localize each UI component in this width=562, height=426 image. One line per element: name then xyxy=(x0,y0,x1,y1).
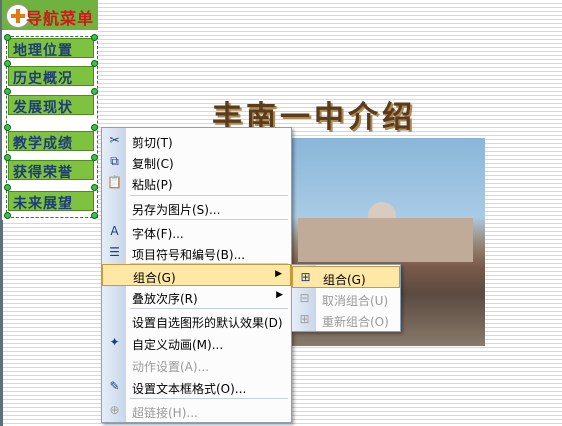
selection-frame xyxy=(6,36,98,218)
building-shape xyxy=(298,218,473,262)
menu-item-cut[interactable]: ✂ 剪切(T) xyxy=(102,130,291,152)
group-icon: ⊞ xyxy=(300,270,311,284)
menu-item-label: 设置文本框格式(O)... xyxy=(132,382,247,396)
regroup-icon: ⊞ xyxy=(299,312,310,326)
menu-item-label: 剪切(T) xyxy=(132,136,173,150)
menu-item-label: 组合(G) xyxy=(133,271,176,285)
menu-item-label: 字体(F)... xyxy=(132,227,184,241)
resize-handle[interactable] xyxy=(91,154,98,161)
resize-handle[interactable] xyxy=(91,184,98,191)
menu-item-label: 重新组合(O) xyxy=(322,315,389,329)
menu-item-label: 项目符号和编号(B)... xyxy=(132,248,246,262)
resize-handle[interactable] xyxy=(4,124,11,131)
menu-item-label: 超链接(H)... xyxy=(132,406,198,420)
menu-separator xyxy=(130,308,288,309)
resize-handle[interactable] xyxy=(91,88,98,95)
submenu-item-regroup: ⊞ 重新组合(O) xyxy=(292,309,400,331)
menu-item-label: 另存为图片(S)... xyxy=(132,203,221,217)
submenu-item-ungroup: ⊟ 取消组合(U) xyxy=(292,288,400,310)
nav-title-bar[interactable]: 导航菜单 xyxy=(2,0,98,30)
hyperlink-icon: ⊕ xyxy=(109,403,120,417)
ungroup-icon: ⊟ xyxy=(299,291,310,305)
menu-item-label: 复制(C) xyxy=(132,157,174,171)
menu-item-label: 动作设置(A)... xyxy=(132,360,210,374)
menu-item-label: 组合(G) xyxy=(323,273,366,287)
menu-separator xyxy=(130,398,288,399)
resize-handle[interactable] xyxy=(91,34,98,41)
menu-item-format-textbox[interactable]: ✎ 设置文本框格式(O)... xyxy=(102,376,291,398)
menu-item-label: 自定义动画(M)... xyxy=(132,338,224,352)
paste-icon: 📋 xyxy=(107,175,122,189)
nav-title: 导航菜单 xyxy=(26,9,95,28)
dome-shape xyxy=(368,202,396,218)
menu-item-paste[interactable]: 📋 粘贴(P) xyxy=(102,172,291,194)
menu-separator xyxy=(130,219,288,220)
menu-item-save-as-picture[interactable]: 另存为图片(S)... xyxy=(102,197,291,219)
resize-handle[interactable] xyxy=(4,60,11,67)
submenu-arrow-icon: ▶ xyxy=(275,269,282,279)
menu-item-action-settings: 动作设置(A)... xyxy=(102,354,291,376)
menu-separator xyxy=(130,195,288,196)
resize-handle[interactable] xyxy=(4,212,11,219)
menu-item-copy[interactable]: ⧉ 复制(C) xyxy=(102,151,291,173)
submenu-arrow-icon: ▶ xyxy=(276,290,283,300)
menu-item-hyperlink: ⊕ 超链接(H)... xyxy=(102,400,291,422)
menu-item-group[interactable]: 组合(G) ▶ xyxy=(102,264,291,286)
resize-handle[interactable] xyxy=(4,34,11,41)
bullets-icon: ☰ xyxy=(109,245,120,259)
menu-item-label: 设置自选图形的默认效果(D) xyxy=(132,316,283,330)
nav-panel: 导航菜单 地理位置 历史概况 发展现状 教学成绩 获得荣誉 未来展望 xyxy=(2,0,98,220)
format-icon: ✎ xyxy=(109,379,120,393)
menu-item-custom-animation[interactable]: ✦ 自定义动画(M)... xyxy=(102,332,291,354)
resize-handle[interactable] xyxy=(4,88,11,95)
resize-handle[interactable] xyxy=(91,212,98,219)
animation-icon: ✦ xyxy=(109,335,120,349)
cut-icon: ✂ xyxy=(109,133,120,147)
menu-item-label: 叠放次序(R) xyxy=(132,292,198,306)
context-menu: ✂ 剪切(T) ⧉ 复制(C) 📋 粘贴(P) 另存为图片(S)... A 字体(F).… xyxy=(101,127,292,423)
menu-item-bullets[interactable]: ☰ 项目符号和编号(B)... xyxy=(102,242,291,264)
menu-item-font[interactable]: A 字体(F)... xyxy=(102,221,291,243)
font-icon: A xyxy=(110,224,119,238)
resize-handle[interactable] xyxy=(4,154,11,161)
menu-item-label: 取消组合(U) xyxy=(322,294,389,308)
resize-handle[interactable] xyxy=(4,184,11,191)
group-submenu: ⊞ 组合(G) ⊟ 取消组合(U) ⊞ 重新组合(O) xyxy=(291,264,401,332)
resize-handle[interactable] xyxy=(91,124,98,131)
resize-handle[interactable] xyxy=(91,60,98,67)
menu-item-order[interactable]: 叠放次序(R) ▶ xyxy=(102,286,291,308)
submenu-item-group[interactable]: ⊞ 组合(G) xyxy=(292,266,400,288)
menu-item-set-default[interactable]: 设置自选图形的默认效果(D) xyxy=(102,310,291,332)
copy-icon: ⧉ xyxy=(110,154,119,168)
menu-item-label: 粘贴(P) xyxy=(132,178,173,192)
